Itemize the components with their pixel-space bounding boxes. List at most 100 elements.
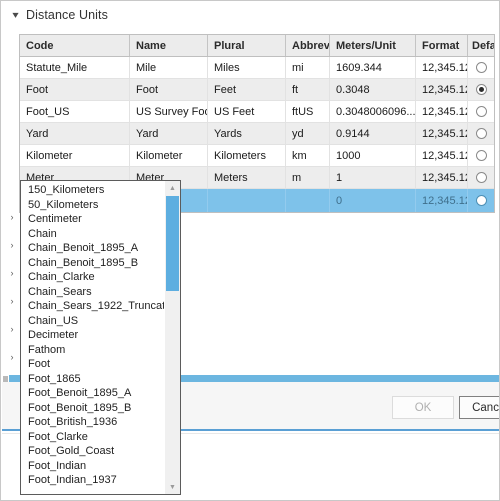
section-header: ▾ Distance Units (1, 1, 499, 29)
cell-abbrev[interactable] (286, 189, 330, 212)
cell-name: Kilometer (130, 145, 208, 166)
chevron-right-icon: › (10, 268, 14, 278)
dropdown-option[interactable]: Chain_Sears (21, 285, 164, 300)
cell-abbrev: yd (286, 123, 330, 144)
table-row[interactable]: Yard Yard Yards yd 0.9144 12,345.12 (20, 123, 494, 145)
dropdown-option[interactable]: Fathom (21, 343, 164, 358)
cell-format: 12,345.12 (416, 123, 468, 144)
column-header-name[interactable]: Name (130, 35, 208, 56)
default-radio[interactable] (475, 128, 487, 139)
cell-abbrev: ft (286, 79, 330, 100)
dropdown-option[interactable]: Foot_Gold_Coast (21, 444, 164, 459)
cell-meters: 1 (330, 167, 416, 188)
cell-name: US Survey Foot (130, 101, 208, 122)
cell-format: 12,345.12 (416, 101, 468, 122)
cell-code: Yard (20, 123, 130, 144)
cell-meters: 1609.344 (330, 57, 416, 78)
column-header-meters-per-unit[interactable]: Meters/Unit (330, 35, 416, 56)
cell-code: Foot (20, 79, 130, 100)
chevron-right-icon: › (10, 212, 14, 222)
cell-name: Yard (130, 123, 208, 144)
ok-button[interactable]: OK (392, 396, 454, 419)
cell-abbrev: km (286, 145, 330, 166)
default-radio[interactable] (475, 172, 487, 183)
column-header-abbrev[interactable]: Abbrev (286, 35, 330, 56)
dropdown-option[interactable]: Foot_Benoit_1895_B (21, 401, 164, 416)
dropdown-option[interactable]: Foot_British_1936 (21, 415, 164, 430)
cell-plural: Meters (208, 167, 286, 188)
cell-name: Mile (130, 57, 208, 78)
triangle-up-icon[interactable]: ▲ (165, 181, 180, 195)
table-row[interactable]: Foot Foot Feet ft 0.3048 12,345.12 (20, 79, 494, 101)
table-row[interactable]: Foot_US US Survey Foot US Feet ftUS 0.30… (20, 101, 494, 123)
cell-default[interactable] (468, 145, 494, 166)
dropdown-option[interactable]: Chain_Sears_1922_Truncated (21, 299, 164, 314)
cell-default[interactable] (468, 123, 494, 144)
cell-meters: 0.3048 (330, 79, 416, 100)
table-header-row: Code Name Plural Abbrev Meters/Unit Form… (20, 35, 494, 57)
column-header-default[interactable]: Default (468, 35, 494, 56)
dropdown-option[interactable]: Chain_Benoit_1895_A (21, 241, 164, 256)
cell-meters[interactable]: 0 (330, 189, 416, 212)
cell-format: 12,345.12 (416, 145, 468, 166)
cell-plural: Miles (208, 57, 286, 78)
dropdown-option[interactable]: Chain (21, 227, 164, 242)
cell-format: 12,345.12 (416, 79, 468, 100)
cell-abbrev: m (286, 167, 330, 188)
default-radio[interactable] (475, 195, 487, 206)
default-radio[interactable] (475, 150, 487, 161)
page-title: Distance Units (26, 8, 108, 22)
cell-name: Foot (130, 79, 208, 100)
cancel-button[interactable]: Cancel (459, 396, 499, 419)
cell-abbrev: mi (286, 57, 330, 78)
code-dropdown-popup[interactable]: 150_Kilometers 50_Kilometers Centimeter … (20, 180, 181, 495)
cell-code: Statute_Mile (20, 57, 130, 78)
dropdown-option[interactable]: Foot_Benoit_1895_A (21, 386, 164, 401)
cell-code: Kilometer (20, 145, 130, 166)
cell-format[interactable]: 12,345.12 (416, 189, 468, 212)
dropdown-option[interactable]: Chain_Benoit_1895_B (21, 256, 164, 271)
dropdown-option[interactable]: Decimeter (21, 328, 164, 343)
table-row[interactable]: Kilometer Kilometer Kilometers km 1000 1… (20, 145, 494, 167)
dropdown-option[interactable]: Centimeter (21, 212, 164, 227)
dropdown-option[interactable]: 50_Kilometers (21, 198, 164, 213)
cell-default[interactable] (468, 101, 494, 122)
cell-code: Foot_US (20, 101, 130, 122)
triangle-down-icon[interactable]: ▼ (165, 480, 180, 494)
cell-default[interactable] (468, 167, 494, 188)
dropdown-option-list[interactable]: 150_Kilometers 50_Kilometers Centimeter … (21, 181, 164, 494)
chevron-right-icon: › (10, 296, 14, 306)
dropdown-option[interactable]: Chain_Clarke (21, 270, 164, 285)
cell-plural[interactable] (208, 189, 286, 212)
cell-format: 12,345.12 (416, 167, 468, 188)
dropdown-option[interactable]: Foot_Indian_1937 (21, 473, 164, 488)
dropdown-option[interactable]: 150_Kilometers (21, 183, 164, 198)
cell-meters: 0.9144 (330, 123, 416, 144)
dropdown-option[interactable]: Foot_1865 (21, 372, 164, 387)
cell-format: 12,345.12 (416, 57, 468, 78)
dropdown-scrollbar[interactable]: ▲ ▼ (164, 181, 180, 494)
chevron-right-icon: › (10, 352, 14, 362)
cell-default[interactable] (468, 79, 494, 100)
default-radio-selected[interactable] (475, 84, 487, 95)
cell-default[interactable] (468, 189, 494, 212)
dropdown-option[interactable]: Foot (21, 357, 164, 372)
column-header-format[interactable]: Format (416, 35, 468, 56)
column-header-plural[interactable]: Plural (208, 35, 286, 56)
cell-plural: Kilometers (208, 145, 286, 166)
dropdown-option[interactable]: Foot_Indian (21, 459, 164, 474)
dropdown-option[interactable]: Chain_US (21, 314, 164, 329)
table-row[interactable]: Statute_Mile Mile Miles mi 1609.344 12,3… (20, 57, 494, 79)
cell-meters: 1000 (330, 145, 416, 166)
distance-units-dialog: ▾ Distance Units › A › A › L › D › P › 2… (0, 0, 500, 501)
cell-abbrev: ftUS (286, 101, 330, 122)
chevron-right-icon: › (10, 324, 14, 334)
column-header-code[interactable]: Code (20, 35, 130, 56)
default-radio[interactable] (475, 62, 487, 73)
chevron-right-icon: › (10, 240, 14, 250)
dropdown-option[interactable]: Foot_Clarke (21, 430, 164, 445)
cell-default[interactable] (468, 57, 494, 78)
chevron-down-icon[interactable]: ▾ (9, 10, 23, 21)
scrollbar-thumb[interactable] (166, 196, 179, 291)
default-radio[interactable] (475, 106, 487, 117)
